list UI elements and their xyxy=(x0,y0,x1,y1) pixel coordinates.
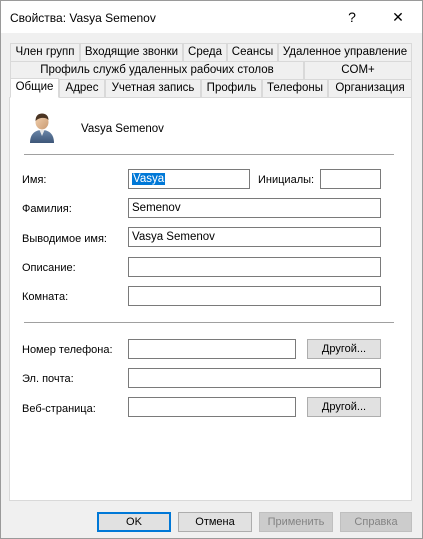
display-name-label: Выводимое имя: xyxy=(22,233,107,245)
help-button[interactable]: Справка xyxy=(340,512,412,532)
phone-input[interactable] xyxy=(128,339,296,359)
first-name-selected-text: Vasya xyxy=(132,173,166,185)
phone-other-button[interactable]: Другой... xyxy=(307,339,381,359)
office-input[interactable] xyxy=(128,286,381,306)
title-bar: Свойства: Vasya Semenov ? ✕ xyxy=(1,1,422,33)
email-input[interactable] xyxy=(128,368,381,388)
tab-address[interactable]: Адрес xyxy=(59,79,105,97)
tab-sessions[interactable]: Сеансы xyxy=(227,43,278,61)
first-name-label: Имя: xyxy=(22,174,47,186)
email-label: Эл. почта: xyxy=(22,373,74,385)
window-title: Свойства: Vasya Semenov xyxy=(10,11,156,25)
phone-label: Номер телефона: xyxy=(22,344,113,356)
user-display-name: Vasya Semenov xyxy=(81,123,164,135)
description-label: Описание: xyxy=(22,262,76,274)
tab-com-plus[interactable]: COM+ xyxy=(304,61,412,79)
first-name-input[interactable]: Vasya xyxy=(128,169,250,189)
general-tab-panel: Vasya Semenov Имя: Vasya Инициалы: Фамил… xyxy=(9,97,412,501)
tab-member-of[interactable]: Член групп xyxy=(10,43,80,61)
web-page-input[interactable] xyxy=(128,397,296,417)
tab-dial-in[interactable]: Входящие звонки xyxy=(80,43,183,61)
description-input[interactable] xyxy=(128,257,381,277)
initials-label: Инициалы: xyxy=(258,174,315,186)
user-icon xyxy=(30,113,54,143)
office-label: Комната: xyxy=(22,291,69,303)
tab-environment[interactable]: Среда xyxy=(183,43,227,61)
web-page-label: Веб-страница: xyxy=(22,403,96,415)
apply-button[interactable]: Применить xyxy=(259,512,333,532)
last-name-label: Фамилия: xyxy=(22,203,72,215)
initials-input[interactable] xyxy=(320,169,381,189)
ok-button[interactable]: OK xyxy=(97,512,171,532)
close-icon[interactable]: ✕ xyxy=(383,5,413,29)
last-name-input[interactable]: Semenov xyxy=(128,198,381,218)
tab-remote-control[interactable]: Удаленное управление xyxy=(278,43,412,61)
tab-account[interactable]: Учетная запись xyxy=(105,79,201,97)
help-icon[interactable]: ? xyxy=(337,5,367,29)
tab-telephones[interactable]: Телефоны xyxy=(262,79,328,97)
tab-rds-profile[interactable]: Профиль служб удаленных рабочих столов xyxy=(10,61,304,79)
web-other-button[interactable]: Другой... xyxy=(307,397,381,417)
cancel-button[interactable]: Отмена xyxy=(178,512,252,532)
properties-dialog: Свойства: Vasya Semenov ? ✕ Член групп В… xyxy=(0,0,423,539)
tab-general[interactable]: Общие xyxy=(10,78,59,98)
separator-top xyxy=(24,154,394,155)
display-name-input[interactable]: Vasya Semenov xyxy=(128,227,381,247)
tab-profile[interactable]: Профиль xyxy=(201,79,262,97)
tab-organization[interactable]: Организация xyxy=(328,79,412,97)
separator-middle xyxy=(24,322,394,323)
